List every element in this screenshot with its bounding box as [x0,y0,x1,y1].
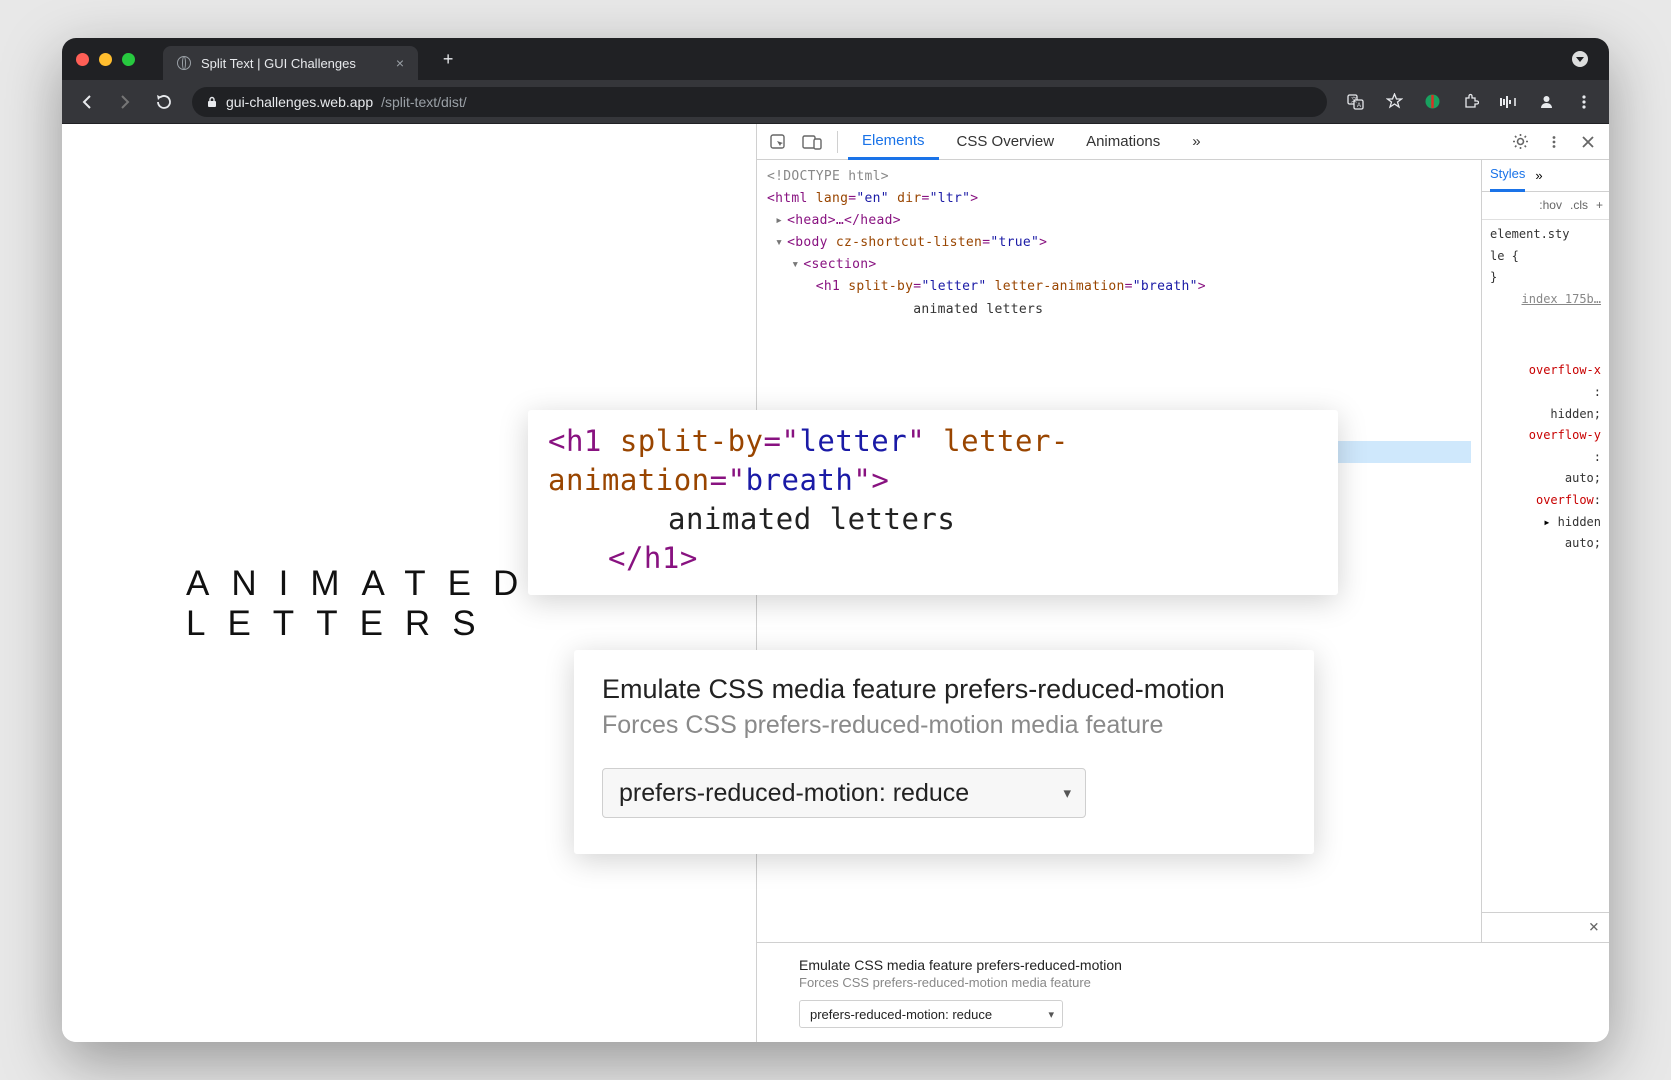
svg-text:A: A [1357,103,1361,109]
tab-elements[interactable]: Elements [848,124,939,160]
address-bar: gui-challenges.web.app/split-text/dist/ … [62,80,1609,124]
close-traffic-light[interactable] [76,53,89,66]
lock-icon [206,96,218,108]
hov-toggle[interactable]: :hov [1539,195,1562,217]
drawer-close-icon[interactable]: × [1589,912,1599,942]
callout-desc: Forces CSS prefers-reduced-motion media … [602,711,1286,740]
source-link[interactable]: index 175b… [1490,289,1601,311]
back-button[interactable] [72,87,102,117]
url-path: /split-text/dist/ [381,94,467,110]
rendering-option-title: Emulate CSS media feature prefers-reduce… [799,957,1567,973]
zoom-traffic-light[interactable] [122,53,135,66]
styles-body[interactable]: element.sty le { } index 175b… overflow-… [1482,220,1609,912]
account-avatar[interactable] [1565,44,1595,74]
device-toolbar-icon[interactable] [797,127,827,157]
tab-close-icon[interactable]: × [396,55,404,71]
devtools-tabbar: Elements CSS Overview Animations » [757,124,1609,160]
prefers-reduced-motion-select[interactable]: prefers-reduced-motion: reduce [799,1000,1063,1028]
tab-animations[interactable]: Animations [1072,124,1174,160]
titlebar: Split Text | GUI Challenges × + [62,38,1609,80]
reload-button[interactable] [148,87,178,117]
render-callout: Emulate CSS media feature prefers-reduce… [574,650,1314,854]
rendering-drawer: Emulate CSS media feature prefers-reduce… [757,942,1609,1042]
extensions-button[interactable] [1455,87,1485,117]
tab-css-overview[interactable]: CSS Overview [943,124,1069,160]
callout-title: Emulate CSS media feature prefers-reduce… [602,674,1286,705]
url-domain: gui-challenges.web.app [226,94,373,110]
new-rule-button[interactable]: + [1596,195,1603,217]
devtools-overflow-icon[interactable] [1539,127,1569,157]
cls-toggle[interactable]: .cls [1570,195,1588,217]
tabs-overflow[interactable]: » [1178,124,1214,160]
devtools-close-icon[interactable] [1573,127,1603,157]
bookmark-button[interactable] [1379,87,1409,117]
browser-tab[interactable]: Split Text | GUI Challenges × [163,46,418,80]
content-area: ANIMATED LETTERS Elements CSS Overview A… [62,124,1609,1042]
minimize-traffic-light[interactable] [99,53,112,66]
extension-color-icon[interactable] [1417,87,1447,117]
settings-icon[interactable] [1505,127,1535,157]
rendering-option-desc: Forces CSS prefers-reduced-motion media … [799,975,1567,990]
styles-pane: Styles » :hov .cls + element.sty le { } … [1481,160,1609,942]
profile-button[interactable] [1531,87,1561,117]
media-button[interactable] [1493,87,1523,117]
overflow-button[interactable] [1569,87,1599,117]
inspect-element-icon[interactable] [763,127,793,157]
url-field[interactable]: gui-challenges.web.app/split-text/dist/ [192,87,1327,117]
forward-button[interactable] [110,87,140,117]
expand-arrow-icon[interactable]: ▸ [775,210,787,232]
callout-select[interactable]: prefers-reduced-motion: reduce [602,768,1086,818]
collapse-arrow-icon[interactable]: ▾ [775,232,787,254]
styles-overflow[interactable]: » [1535,164,1542,187]
styles-tab[interactable]: Styles [1490,160,1525,192]
globe-icon [177,56,191,70]
collapse-arrow-icon[interactable]: ▾ [791,254,803,276]
doctype-node: <!DOCTYPE html> [767,169,889,184]
browser-window: Split Text | GUI Challenges × + gui-chal… [62,38,1609,1042]
new-tab-button[interactable]: + [434,45,462,73]
translate-button[interactable]: 文A [1341,87,1371,117]
tab-title: Split Text | GUI Challenges [201,56,356,71]
code-callout: <h1 split-by="letter" letter-animation="… [528,410,1338,595]
